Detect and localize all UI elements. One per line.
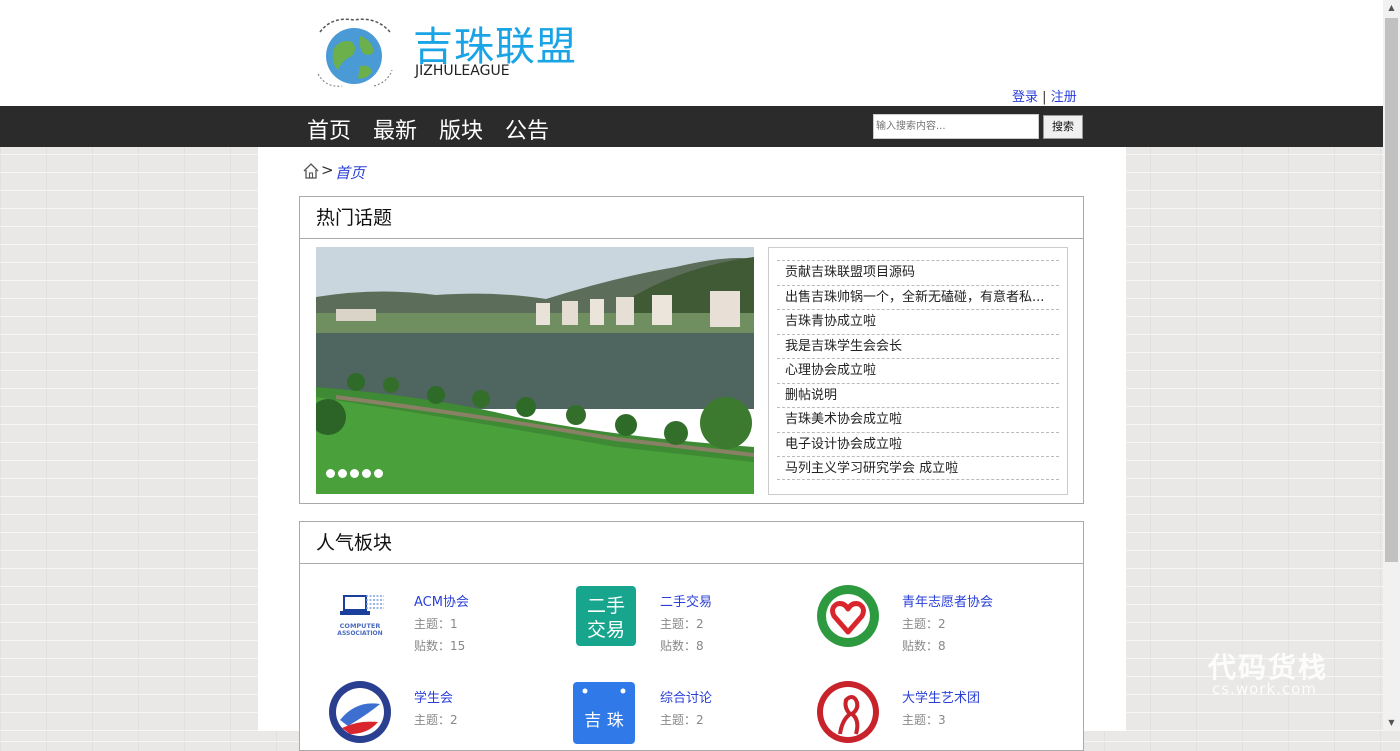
board-posts: 贴数：8 (660, 639, 704, 653)
topic-link[interactable]: 吉珠美术协会成立啦 (777, 407, 1059, 431)
board-topics: 主题：2 (660, 617, 704, 631)
board-name[interactable]: 综合讨论 (660, 687, 712, 706)
topic-link[interactable]: 吉珠青协成立啦 (777, 309, 1059, 333)
popular-boards-panel: 人气板块 COMPUTER ASSOCIATION ACM协会 主题：1 贴数：… (299, 521, 1084, 751)
watermark-url: cs.work.com (1212, 680, 1317, 698)
volunteer-heart-icon (817, 585, 879, 647)
icon-text: ASSOCIATION (337, 630, 382, 637)
student-union-icon (329, 681, 391, 743)
auth-divider: | (1042, 90, 1047, 105)
board-topics: 主题：3 (902, 713, 946, 727)
board-posts: 贴数：8 (902, 639, 946, 653)
board-posts: 贴数：15 (414, 639, 466, 653)
scroll-down-icon[interactable]: ▼ (1383, 715, 1400, 731)
computer-association-icon: COMPUTER ASSOCIATION (337, 595, 384, 637)
second-hand-icon: 二手 交易 (576, 586, 636, 646)
search-input[interactable] (873, 114, 1039, 139)
breadcrumb-current[interactable]: 首页 (335, 162, 365, 183)
topic-link[interactable]: 我是吉珠学生会会长 (777, 334, 1059, 358)
board-topics: 主题：2 (414, 713, 458, 727)
page-scrollbar[interactable]: ▲ ▼ (1383, 0, 1400, 731)
board-name[interactable]: ACM协会 (414, 591, 469, 610)
nav-item-boards[interactable]: 版块 (439, 113, 483, 145)
icon-text: 二手 (587, 595, 625, 617)
topic-link[interactable]: 删帖说明 (777, 383, 1059, 407)
topic-link[interactable]: 电子设计协会成立啦 (777, 432, 1059, 456)
search-button[interactable]: 搜索 (1043, 115, 1083, 139)
breadcrumb-separator: > (321, 161, 334, 179)
hot-topic-list: 贡献吉珠联盟项目源码 出售吉珠帅锅一个，全新无磕碰，有意者私... 吉珠青协成立… (768, 247, 1068, 495)
register-link[interactable]: 注册 (1051, 90, 1077, 105)
nav-item-latest[interactable]: 最新 (373, 113, 417, 145)
hot-topics-panel: 热门话题 贡献吉珠联盟项目源码 出售吉珠帅锅一个，全新无磕碰，有意者私... 吉… (299, 196, 1084, 504)
carousel-dot[interactable] (362, 469, 371, 478)
icon-text: 吉 珠 (584, 711, 623, 731)
board-name[interactable]: 二手交易 (660, 591, 712, 610)
jizhu-discussion-icon: 吉 珠 (573, 682, 635, 744)
main-nav: 首页 最新 版块 公告 (0, 106, 1383, 147)
board-name[interactable]: 大学生艺术团 (902, 687, 980, 706)
popular-boards-title: 人气板块 (300, 522, 1083, 564)
art-troupe-icon (817, 681, 879, 743)
campus-lake-photo (316, 247, 754, 494)
icon-text: 交易 (587, 619, 625, 641)
board-name[interactable]: 青年志愿者协会 (902, 591, 993, 610)
home-icon[interactable] (302, 162, 320, 180)
topic-link[interactable]: 马列主义学习研究学会 成立啦 (777, 456, 1059, 480)
hot-topics-title: 热门话题 (300, 197, 1083, 239)
nav-item-announcements[interactable]: 公告 (505, 113, 549, 145)
board-topics: 主题：1 (414, 617, 458, 631)
board-topics: 主题：2 (902, 617, 946, 631)
topic-link[interactable]: 贡献吉珠联盟项目源码 (777, 260, 1059, 284)
carousel-dot[interactable] (338, 469, 347, 478)
login-link[interactable]: 登录 (1012, 90, 1038, 105)
site-header: 吉珠联盟 JIZHULEAGUE 登录 | 注册 (0, 0, 1383, 106)
carousel-dot[interactable] (374, 469, 383, 478)
image-carousel[interactable] (316, 247, 754, 494)
scroll-up-icon[interactable]: ▲ (1383, 0, 1400, 16)
site-subtitle: JIZHULEAGUE (415, 63, 510, 79)
scrollbar-thumb[interactable] (1385, 18, 1398, 562)
carousel-dot[interactable] (350, 469, 359, 478)
topic-link[interactable]: 心理协会成立啦 (777, 358, 1059, 382)
icon-text: COMPUTER (340, 622, 381, 630)
carousel-dot[interactable] (326, 469, 335, 478)
board-topics: 主题：2 (660, 713, 704, 727)
topic-link[interactable]: 出售吉珠帅锅一个，全新无磕碰，有意者私... (777, 285, 1059, 309)
board-name[interactable]: 学生会 (414, 687, 453, 706)
globe-logo-icon[interactable] (312, 12, 396, 92)
carousel-dots (326, 463, 386, 482)
nav-item-home[interactable]: 首页 (307, 113, 351, 145)
auth-links: 登录 | 注册 (1012, 86, 1077, 105)
